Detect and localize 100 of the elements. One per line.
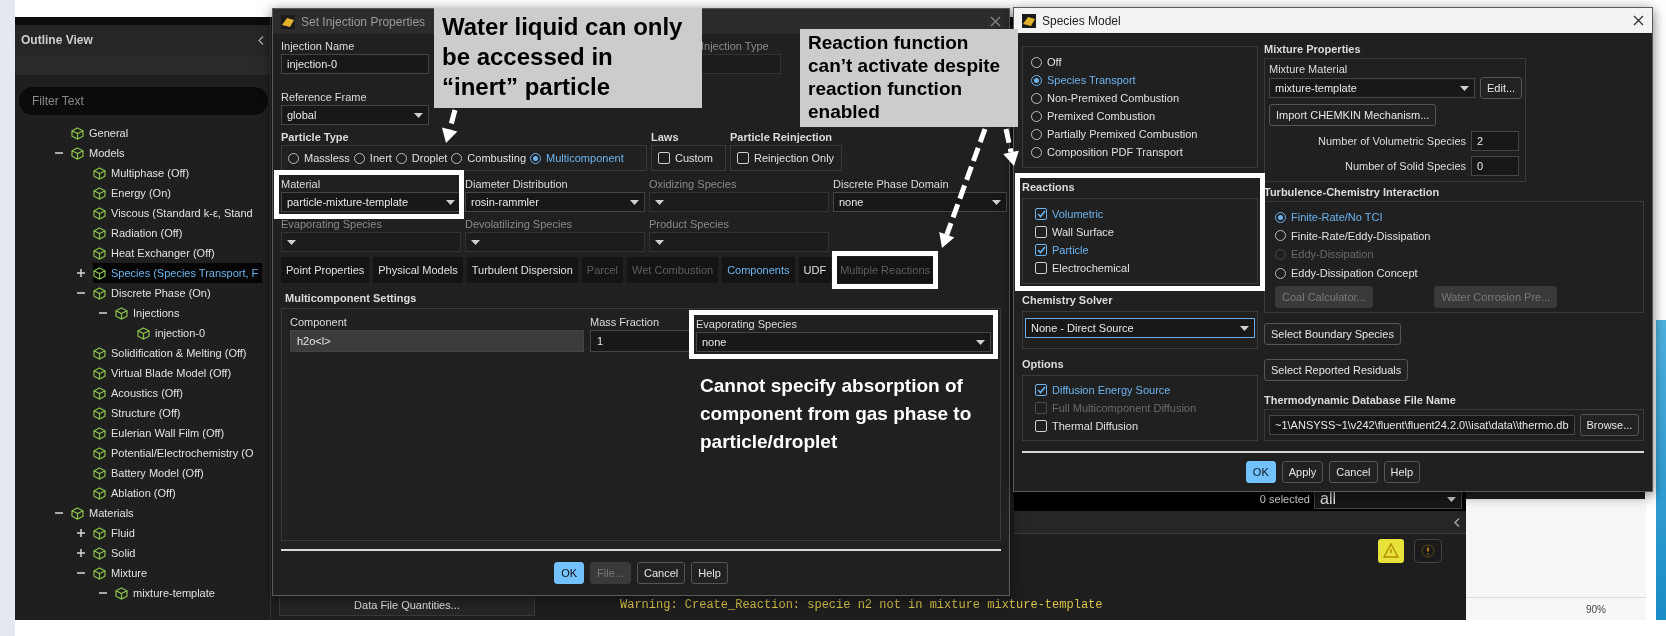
tree-item[interactable]: Solidification & Melting (Off) <box>93 343 251 363</box>
plus-icon[interactable] <box>77 269 85 277</box>
checkbox-option[interactable]: Wall Surface <box>1035 223 1245 241</box>
data-file-button[interactable]: Data File Quantities... <box>279 594 535 616</box>
edit-button[interactable]: Edit... <box>1480 77 1523 99</box>
dropdown[interactable]: None - Direct Source <box>1025 318 1255 338</box>
tab[interactable]: Point Properties <box>281 257 370 283</box>
tree-item[interactable]: Heat Exchanger (Off) <box>93 243 219 263</box>
dropdown[interactable]: mixture-template <box>1269 78 1475 98</box>
radio-option[interactable]: Multicomponent <box>530 149 624 167</box>
tree-item[interactable]: injection-0 <box>137 323 210 343</box>
tree-item[interactable]: Ablation (Off) <box>93 483 180 503</box>
tree-item[interactable]: Radiation (Off) <box>93 223 187 243</box>
tab[interactable]: Components <box>722 257 795 283</box>
field-label: Product Species <box>649 217 730 232</box>
caret-icon <box>287 239 296 245</box>
window-title: Species Model <box>1042 13 1121 28</box>
browse-button[interactable]: Browse... <box>1579 414 1640 437</box>
tree-item[interactable]: Viscous (Standard k-ε, Stand <box>93 203 257 223</box>
radio-option[interactable]: Composition PDF Transport <box>1031 143 1249 161</box>
tree-item[interactable]: Solid <box>93 543 140 563</box>
input-field[interactable]: injection-0 <box>281 54 429 74</box>
group-label: Chemistry Solver <box>1022 293 1113 308</box>
checkbox-option[interactable]: Diffusion Energy Source <box>1035 381 1245 399</box>
dialog-button[interactable]: OK <box>554 562 585 584</box>
tree-item[interactable]: Battery Model (Off) <box>93 463 208 483</box>
minus-icon[interactable] <box>99 589 107 597</box>
dropdown[interactable]: global <box>281 105 429 125</box>
radio-option[interactable]: Non-Premixed Combustion <box>1031 89 1249 107</box>
tree-item[interactable]: Virtual Blade Model (Off) <box>93 363 236 383</box>
chevron-left-icon[interactable] <box>1454 517 1460 527</box>
dialog-button[interactable]: OK <box>1245 461 1276 483</box>
import-button[interactable]: Import CHEMKIN Mechanism... <box>1269 104 1437 126</box>
checkbox-option[interactable]: Particle <box>1035 241 1245 259</box>
tab[interactable]: Physical Models <box>373 257 463 283</box>
minus-icon[interactable] <box>77 289 85 297</box>
checkbox-option[interactable]: Thermal Diffusion <box>1035 417 1245 435</box>
chevron-left-icon[interactable] <box>258 35 264 45</box>
radio-option[interactable]: Off <box>1031 53 1249 71</box>
dialog-button[interactable]: Select Boundary Species <box>1264 323 1401 346</box>
tab[interactable]: UDF <box>798 257 832 283</box>
tree-item[interactable]: Eulerian Wall Film (Off) <box>93 423 229 443</box>
tree-item[interactable]: Fluid <box>93 523 139 543</box>
tab[interactable]: Turbulent Dispersion <box>466 257 578 283</box>
radio-option[interactable]: Premixed Combustion <box>1031 107 1249 125</box>
plus-icon[interactable] <box>77 549 85 557</box>
caret-icon <box>976 339 985 345</box>
plus-icon[interactable] <box>77 529 85 537</box>
cube-icon <box>93 286 106 300</box>
cube-icon <box>93 406 106 420</box>
radio-option[interactable]: Finite-Rate/No TCI <box>1275 208 1638 227</box>
dialog-button[interactable]: Help <box>691 562 728 584</box>
tree-item[interactable]: Structure (Off) <box>93 403 185 423</box>
minus-icon[interactable] <box>55 149 63 157</box>
dashed-arrow <box>441 109 458 143</box>
tree-item[interactable]: Potential/Electrochemistry (O <box>93 443 258 463</box>
tree-item[interactable]: General <box>71 123 133 143</box>
dialog-button[interactable]: Apply <box>1281 461 1324 483</box>
radio-option[interactable]: Species Transport <box>1031 71 1249 89</box>
checkbox-option[interactable]: Volumetric <box>1035 205 1245 223</box>
close-icon[interactable] <box>1633 15 1644 26</box>
input-field[interactable]: 0 <box>1471 156 1519 176</box>
tree-item[interactable]: Discrete Phase (On) <box>93 283 215 303</box>
zoom-level: 90% <box>1586 603 1606 615</box>
dialog-button[interactable]: Help <box>1383 461 1421 483</box>
tree-item[interactable]: Injections <box>115 303 184 323</box>
radio-option[interactable]: Finite-Rate/Eddy-Dissipation <box>1275 226 1638 246</box>
dropdown[interactable]: none <box>696 332 991 352</box>
radio-option[interactable]: Massless <box>288 149 350 167</box>
input-field[interactable]: 2 <box>1471 131 1519 151</box>
field-label: Evaporating Species <box>696 317 797 332</box>
tree-item[interactable]: Mixture <box>93 563 152 583</box>
cube-icon <box>137 326 150 340</box>
group-label: Reactions <box>1022 180 1075 195</box>
tree-item[interactable]: Multiphase (Off) <box>93 163 194 183</box>
checkbox-option[interactable]: Electrochemical <box>1035 259 1245 277</box>
dropdown[interactable]: rosin-rammler <box>465 192 645 212</box>
radio-option[interactable]: Partially Premixed Combustion <box>1031 125 1249 143</box>
tree-item[interactable]: Models <box>71 143 129 163</box>
dropdown[interactable]: none <box>833 192 1007 212</box>
input-field[interactable]: ~1\ANSYSS~1\v242\fluent\fluent24.2.0\\isat\data\\thermo.db <box>1269 415 1575 436</box>
radio-option[interactable]: Eddy-Dissipation Concept <box>1275 263 1638 283</box>
dialog-button[interactable]: Cancel <box>1329 461 1378 483</box>
minus-icon[interactable] <box>55 509 63 517</box>
tree-item[interactable]: Acoustics (Off) <box>93 383 187 403</box>
dialog-button[interactable]: Select Reported Residuals <box>1264 359 1409 382</box>
radio-option[interactable]: Combusting <box>451 149 527 167</box>
radio-option[interactable]: Inert <box>353 149 392 167</box>
search-field[interactable]: Filter Text <box>19 87 268 115</box>
tree-item[interactable]: Energy (On) <box>93 183 175 203</box>
section-title: Multicomponent Settings <box>285 291 417 306</box>
minus-icon[interactable] <box>99 309 107 317</box>
minus-icon[interactable] <box>77 569 85 577</box>
dialog-button[interactable]: Cancel <box>636 562 686 584</box>
tree-item[interactable]: mixture-template <box>115 583 219 603</box>
tree-item[interactable]: Materials <box>71 503 138 523</box>
radio-option[interactable]: Droplet <box>395 149 448 167</box>
cube-icon <box>93 246 106 260</box>
dropdown[interactable]: particle-mixture-template <box>281 192 461 212</box>
tree-item[interactable]: Species (Species Transport, F <box>93 263 263 283</box>
